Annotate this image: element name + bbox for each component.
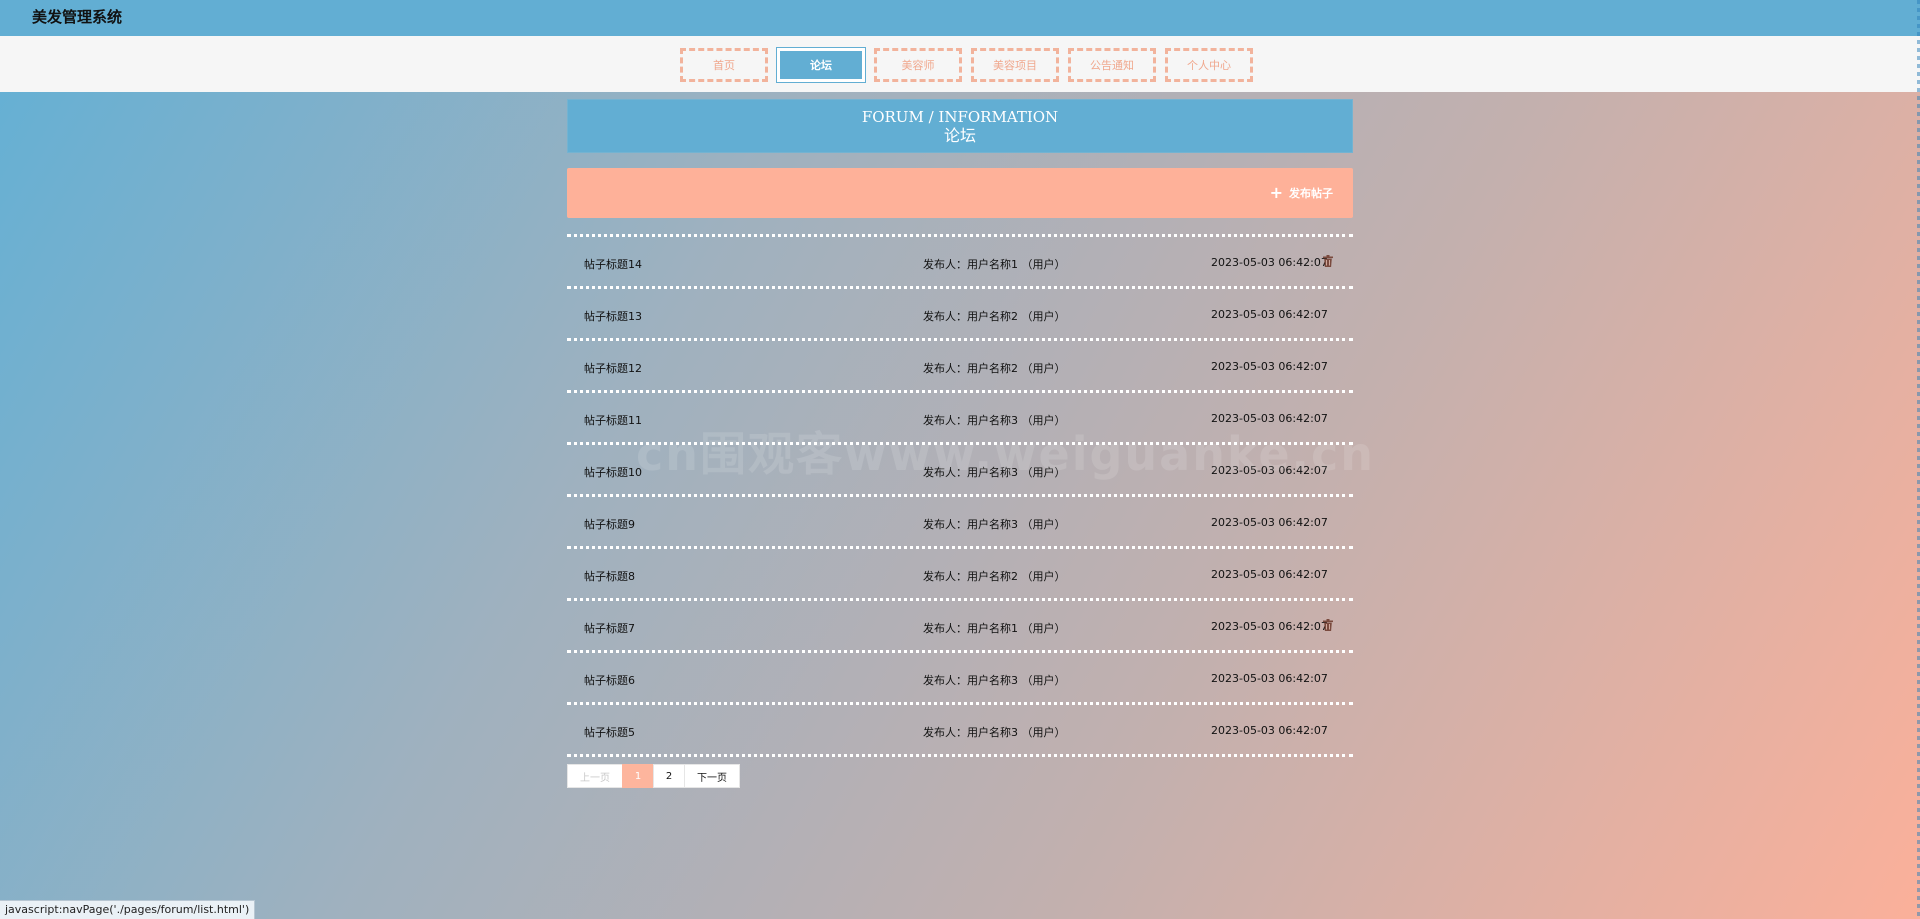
post-author: 发布人：用户名称3 （用户） xyxy=(923,466,1066,479)
table-row[interactable]: 帖子标题5 发布人：用户名称3 （用户） 2023-05-03 06:42:07 xyxy=(567,705,1353,757)
table-row[interactable]: 帖子标题8 发布人：用户名称2 （用户） 2023-05-03 06:42:07 xyxy=(567,549,1353,601)
post-title[interactable]: 帖子标题10 xyxy=(584,464,642,480)
publish-post-label: 发布帖子 xyxy=(1289,187,1333,200)
post-author: 发布人：用户名称2 （用户） xyxy=(923,310,1066,323)
app-title: 美发管理系统 xyxy=(32,8,123,26)
page-2-button[interactable]: 2 xyxy=(653,764,685,788)
post-title[interactable]: 帖子标题6 xyxy=(584,672,635,688)
post-title[interactable]: 帖子标题11 xyxy=(584,412,642,428)
page-title-cn: 论坛 xyxy=(943,126,976,145)
post-author: 发布人：用户名称2 （用户） xyxy=(923,570,1066,583)
nav-beauty-project[interactable]: 美容项目 xyxy=(971,48,1059,82)
table-row[interactable]: 帖子标题11 发布人：用户名称3 （用户） 2023-05-03 06:42:0… xyxy=(567,393,1353,445)
table-row[interactable]: 帖子标题7 发布人：用户名称1 （用户） 2023-05-03 06:42:07 xyxy=(567,601,1353,653)
page-1-button[interactable]: 1 xyxy=(622,764,654,788)
post-time: 2023-05-03 06:42:07 xyxy=(1211,308,1328,321)
post-author: 发布人：用户名称2 （用户） xyxy=(923,362,1066,375)
nav-beautician[interactable]: 美容师 xyxy=(874,48,962,82)
post-title[interactable]: 帖子标题8 xyxy=(584,568,635,584)
post-time: 2023-05-03 06:42:07 xyxy=(1211,256,1328,269)
post-title[interactable]: 帖子标题12 xyxy=(584,360,642,376)
trash-icon[interactable] xyxy=(1323,619,1333,631)
post-title[interactable]: 帖子标题14 xyxy=(584,256,642,272)
table-row[interactable]: 帖子标题6 发布人：用户名称3 （用户） 2023-05-03 06:42:07 xyxy=(567,653,1353,705)
page-title-en: FORUM / INFORMATION xyxy=(861,108,1059,126)
prev-page-button[interactable]: 上一页 xyxy=(567,764,623,788)
post-time: 2023-05-03 06:42:07 xyxy=(1211,724,1328,737)
forum-container: FORUM / INFORMATION 论坛 + 发布帖子 帖子标题14 发布人… xyxy=(567,99,1353,788)
table-row[interactable]: 帖子标题14 发布人：用户名称1 （用户） 2023-05-03 06:42:0… xyxy=(567,237,1353,289)
post-author: 发布人：用户名称3 （用户） xyxy=(923,414,1066,427)
plus-icon: + xyxy=(1269,183,1283,202)
post-time: 2023-05-03 06:42:07 xyxy=(1211,464,1328,477)
post-time: 2023-05-03 06:42:07 xyxy=(1211,412,1328,425)
post-title[interactable]: 帖子标题5 xyxy=(584,724,635,740)
table-row[interactable]: 帖子标题10 发布人：用户名称3 （用户） 2023-05-03 06:42:0… xyxy=(567,445,1353,497)
post-time: 2023-05-03 06:42:07 xyxy=(1211,568,1328,581)
nav-list: 首页 论坛 美容师 美容项目 公告通知 个人中心 xyxy=(680,47,1253,83)
post-author: 发布人：用户名称1 （用户） xyxy=(923,258,1066,271)
post-title[interactable]: 帖子标题13 xyxy=(584,308,642,324)
top-bar: 美发管理系统 xyxy=(0,0,1920,36)
main-nav: 首页 论坛 美容师 美容项目 公告通知 个人中心 xyxy=(0,36,1920,92)
table-row[interactable]: 帖子标题12 发布人：用户名称2 （用户） 2023-05-03 06:42:0… xyxy=(567,341,1353,393)
page-header: FORUM / INFORMATION 论坛 xyxy=(567,99,1353,153)
post-time: 2023-05-03 06:42:07 xyxy=(1211,516,1328,529)
post-title[interactable]: 帖子标题9 xyxy=(584,516,635,532)
table-row[interactable]: 帖子标题13 发布人：用户名称2 （用户） 2023-05-03 06:42:0… xyxy=(567,289,1353,341)
nav-home[interactable]: 首页 xyxy=(680,48,768,82)
post-author: 发布人：用户名称3 （用户） xyxy=(923,726,1066,739)
forum-list: 帖子标题14 发布人：用户名称1 （用户） 2023-05-03 06:42:0… xyxy=(567,234,1353,757)
status-bar-url: javascript:navPage('./pages/forum/list.h… xyxy=(0,900,256,919)
nav-forum[interactable]: 论坛 xyxy=(776,47,866,83)
pagination: 上一页 1 2 下一页 xyxy=(567,764,1353,788)
nav-announcement[interactable]: 公告通知 xyxy=(1068,48,1156,82)
post-title[interactable]: 帖子标题7 xyxy=(584,620,635,636)
publish-post-button[interactable]: + 发布帖子 xyxy=(1270,185,1333,201)
action-bar: + 发布帖子 xyxy=(567,168,1353,218)
nav-personal-center[interactable]: 个人中心 xyxy=(1165,48,1253,82)
post-time: 2023-05-03 06:42:07 xyxy=(1211,360,1328,373)
post-author: 发布人：用户名称3 （用户） xyxy=(923,518,1066,531)
post-time: 2023-05-03 06:42:07 xyxy=(1211,672,1328,685)
trash-icon[interactable] xyxy=(1323,255,1333,267)
next-page-button[interactable]: 下一页 xyxy=(684,764,740,788)
table-row[interactable]: 帖子标题9 发布人：用户名称3 （用户） 2023-05-03 06:42:07 xyxy=(567,497,1353,549)
post-author: 发布人：用户名称1 （用户） xyxy=(923,622,1066,635)
post-time: 2023-05-03 06:42:07 xyxy=(1211,620,1328,633)
post-author: 发布人：用户名称3 （用户） xyxy=(923,674,1066,687)
